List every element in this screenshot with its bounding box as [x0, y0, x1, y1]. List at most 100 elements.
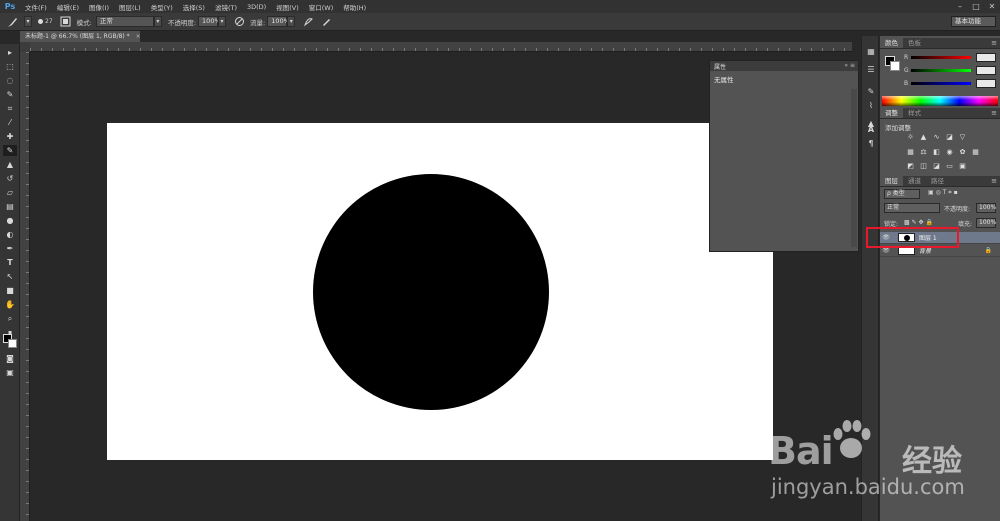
opacity-input[interactable]: 100% — [198, 16, 221, 27]
clone-stamp-tool-icon[interactable]: ▲ — [3, 159, 17, 170]
pen-tool-icon[interactable]: ✒ — [3, 243, 17, 254]
properties-panel-controls[interactable]: » ≡ — [844, 61, 855, 71]
channel-mixer-icon[interactable]: ✿ — [957, 147, 968, 157]
invert-icon[interactable]: ◩ — [905, 161, 916, 171]
tab-channels[interactable]: 通道 — [903, 176, 926, 186]
vertical-ruler[interactable] — [20, 52, 30, 521]
marquee-tool-icon[interactable]: ⬚ — [3, 61, 17, 72]
airbrush-icon[interactable] — [301, 15, 315, 29]
blur-tool-icon[interactable]: ● — [3, 215, 17, 226]
brush-panel-icon[interactable]: ⌇ — [865, 100, 877, 111]
tab-styles[interactable]: 样式 — [903, 108, 926, 118]
color-lookup-icon[interactable]: ▦ — [970, 147, 981, 157]
background-visibility-eye-icon[interactable]: 👁 — [880, 247, 892, 254]
gradient-tool-icon[interactable]: ▤ — [3, 201, 17, 212]
document-tab[interactable]: 未标题-1 @ 66.7% (图层 1, RGB/8) * × — [20, 31, 141, 42]
b-value-input[interactable] — [976, 79, 996, 88]
crop-tool-icon[interactable]: ⌗ — [3, 103, 17, 114]
b-slider[interactable] — [911, 82, 971, 85]
g-slider[interactable] — [911, 69, 971, 72]
color-panel-background-swatch[interactable] — [890, 61, 900, 71]
menu-select[interactable]: 选择(S) — [178, 2, 210, 12]
properties-panel-scrollbar[interactable] — [851, 89, 857, 247]
pressure-opacity-icon[interactable] — [232, 15, 246, 29]
history-brush-tool-icon[interactable]: ↺ — [3, 173, 17, 184]
quick-select-tool-icon[interactable]: ✎ — [3, 89, 17, 100]
vibrance-icon[interactable]: ▽ — [957, 132, 968, 142]
character-panel-icon[interactable]: A — [865, 124, 877, 135]
menu-file[interactable]: 文件(F) — [20, 2, 52, 12]
document-tab-close-icon[interactable]: × — [136, 33, 141, 40]
mode-select[interactable]: 正常 — [95, 16, 154, 27]
brush-presets-icon[interactable]: ✎ — [865, 86, 877, 97]
hand-tool-icon[interactable]: ✋ — [3, 299, 17, 310]
paragraph-panel-icon[interactable]: ¶ — [865, 138, 877, 149]
background-color-swatch[interactable] — [8, 339, 17, 348]
levels-icon[interactable]: ▲ — [918, 132, 929, 142]
brush-preset-dropdown[interactable]: ▾ — [24, 16, 32, 27]
exposure-icon[interactable]: ◪ — [944, 132, 955, 142]
posterize-icon[interactable]: ◫ — [918, 161, 929, 171]
eyedropper-tool-icon[interactable]: ⁄ — [3, 117, 17, 128]
quick-mask-icon[interactable]: ◙ — [3, 353, 17, 364]
healing-brush-tool-icon[interactable]: ✚ — [3, 131, 17, 142]
layer-filter-select[interactable]: ρ 类型 — [884, 189, 920, 199]
brightness-contrast-icon[interactable]: ☼ — [905, 132, 916, 142]
tab-adjustments[interactable]: 调整 — [880, 108, 903, 118]
dodge-tool-icon[interactable]: ◐ — [3, 229, 17, 240]
shape-tool-icon[interactable]: ■ — [3, 285, 17, 296]
menu-image[interactable]: 图像(I) — [84, 2, 114, 12]
document-canvas[interactable] — [107, 123, 773, 460]
photoshop-logo[interactable]: Ps — [0, 0, 20, 13]
brush-tool-preset-icon[interactable] — [6, 15, 20, 29]
black-white-icon[interactable]: ◧ — [931, 147, 942, 157]
r-value-input[interactable] — [976, 53, 996, 62]
eraser-tool-icon[interactable]: ▱ — [3, 187, 17, 198]
opacity-dropdown-arrow[interactable]: ▾ — [218, 16, 227, 27]
tab-swatches[interactable]: 色板 — [903, 38, 926, 48]
menu-window[interactable]: 窗口(W) — [304, 2, 339, 12]
minimize-button[interactable]: – — [952, 0, 968, 13]
layer-opacity-input[interactable]: 100% — [976, 203, 996, 213]
path-select-tool-icon[interactable]: ↖ — [3, 271, 17, 282]
brush-size-picker[interactable]: 27 — [38, 18, 53, 25]
brush-panel-toggle-icon[interactable] — [59, 15, 73, 29]
gradient-map-icon[interactable]: ▭ — [944, 161, 955, 171]
ruler-origin[interactable] — [20, 42, 30, 52]
mode-dropdown-arrow[interactable]: ▾ — [153, 16, 162, 27]
menu-edit[interactable]: 编辑(E) — [52, 2, 84, 12]
layer-filter-icons[interactable]: ▣ ◎ T ⌗ ▪ — [928, 189, 958, 197]
adjustments-panel-menu-icon[interactable]: ≡ — [991, 108, 997, 119]
selective-color-icon[interactable]: ▣ — [957, 161, 968, 171]
lock-icons[interactable]: ▩ ✎ ✥ 🔒 — [904, 219, 933, 226]
flow-dropdown-arrow[interactable]: ▾ — [287, 16, 296, 27]
properties-panel-icon[interactable]: ☰ — [865, 64, 877, 75]
blend-mode-select[interactable]: 正常 — [884, 203, 940, 213]
color-panel-menu-icon[interactable]: ≡ — [991, 38, 997, 49]
tab-paths[interactable]: 路径 — [926, 176, 949, 186]
workspace-switcher[interactable]: 基本功能 — [951, 16, 996, 27]
close-window-button[interactable]: ✕ — [984, 0, 1000, 13]
color-balance-icon[interactable]: ⚖ — [918, 147, 929, 157]
threshold-icon[interactable]: ◪ — [931, 161, 942, 171]
type-tool-icon[interactable]: T — [3, 257, 17, 268]
move-tool-icon[interactable]: ▸ — [3, 47, 17, 58]
zoom-tool-icon[interactable]: ⌕ — [3, 313, 17, 324]
menu-3d[interactable]: 3D(D) — [242, 3, 271, 11]
history-panel-icon[interactable]: ▦ — [865, 46, 877, 57]
menu-filter[interactable]: 滤镜(T) — [210, 2, 242, 12]
maximize-button[interactable]: □ — [968, 0, 984, 13]
flow-input[interactable]: 100% — [267, 16, 290, 27]
menu-type[interactable]: 类型(Y) — [146, 2, 178, 12]
menu-layer[interactable]: 图层(L) — [114, 2, 146, 12]
hue-saturation-icon[interactable]: ▦ — [905, 147, 916, 157]
horizontal-ruler[interactable] — [30, 42, 852, 52]
g-value-input[interactable] — [976, 66, 996, 75]
menu-help[interactable]: 帮助(H) — [338, 2, 371, 12]
lasso-tool-icon[interactable]: ◌ — [3, 75, 17, 86]
fill-input[interactable]: 100% — [976, 218, 996, 228]
properties-panel-header[interactable]: 属性 » ≡ — [710, 61, 858, 71]
r-slider[interactable] — [911, 56, 971, 59]
brush-tool-icon[interactable]: ✎ — [3, 145, 17, 156]
curves-icon[interactable]: ∿ — [931, 132, 942, 142]
